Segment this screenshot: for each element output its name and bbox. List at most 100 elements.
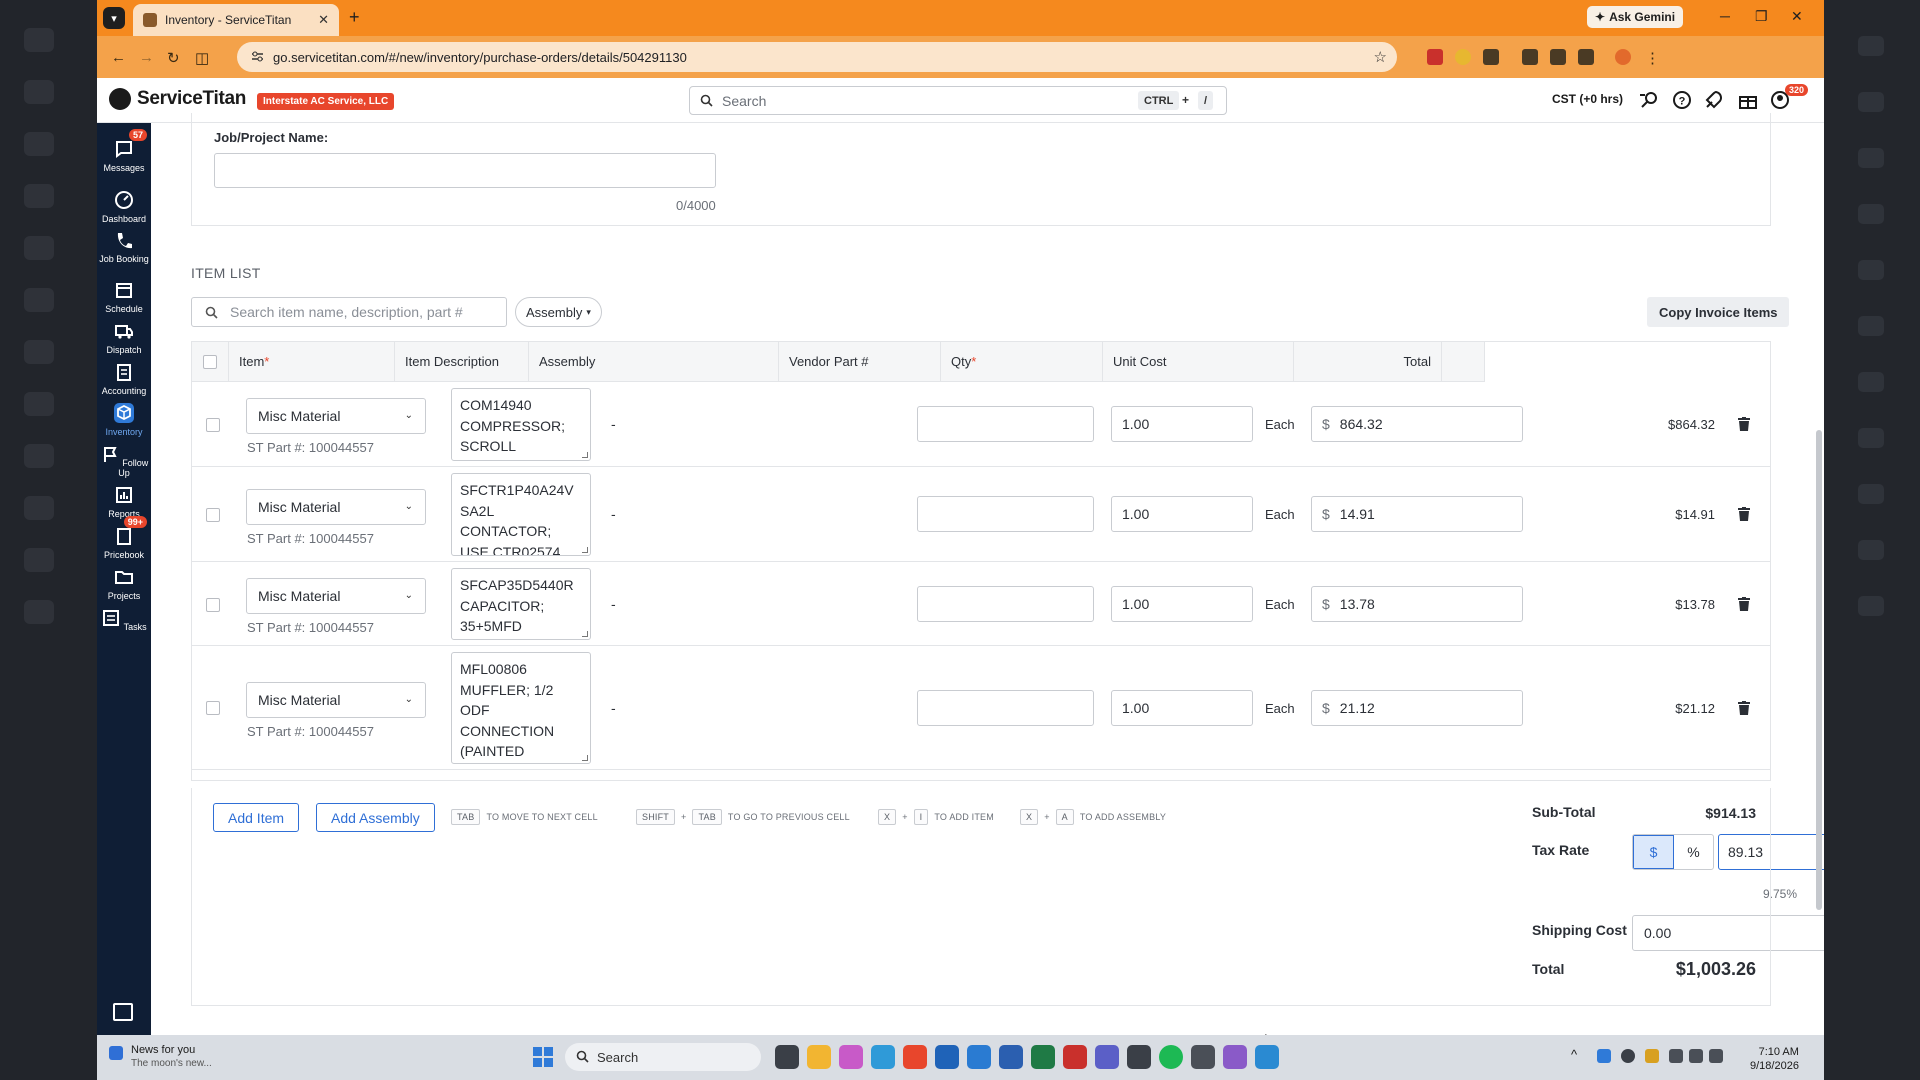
job-project-name-input[interactable] bbox=[214, 153, 716, 188]
item-description-textarea[interactable]: MFL00806 MUFFLER; 1/2 ODF CONNECTION (PA… bbox=[451, 652, 591, 764]
close-tab-icon[interactable]: ✕ bbox=[318, 12, 329, 28]
add-assembly-button[interactable]: Add Assembly bbox=[316, 803, 435, 832]
spotify-icon[interactable] bbox=[1159, 1045, 1183, 1069]
qty-input[interactable]: 1.00 bbox=[1111, 406, 1253, 442]
keyboard-icon[interactable] bbox=[1709, 1049, 1723, 1063]
excel-icon[interactable] bbox=[1031, 1045, 1055, 1069]
resize-handle-icon[interactable] bbox=[582, 547, 588, 553]
nav-accounting[interactable]: Accounting bbox=[97, 358, 151, 404]
item-select[interactable]: Misc Material ⌄ bbox=[246, 578, 426, 614]
app-icon[interactable] bbox=[1223, 1045, 1247, 1069]
resize-handle-icon[interactable] bbox=[582, 755, 588, 761]
rocket-icon[interactable] bbox=[1704, 90, 1724, 110]
unit-cost-input[interactable]: $14.91 bbox=[1311, 496, 1523, 532]
copy-invoice-items-button[interactable]: Copy Invoice Items bbox=[1647, 297, 1790, 327]
forward-icon[interactable]: → bbox=[139, 49, 154, 66]
nav-dashboard[interactable]: Dashboard bbox=[97, 186, 151, 232]
global-search-input[interactable]: Search CTRL + / bbox=[689, 86, 1227, 115]
page-scrollbar[interactable] bbox=[1816, 430, 1822, 910]
nav-dispatch[interactable]: Dispatch bbox=[97, 317, 151, 363]
tab-search-button[interactable]: ▾ bbox=[103, 7, 125, 29]
gift-icon[interactable] bbox=[1738, 90, 1758, 110]
app-icon[interactable] bbox=[1255, 1045, 1279, 1069]
column-header-assembly[interactable]: Assembly bbox=[529, 342, 779, 382]
resize-handle-icon[interactable] bbox=[582, 452, 588, 458]
new-tab-button[interactable]: + bbox=[349, 7, 360, 28]
vendor-part-input[interactable] bbox=[917, 586, 1094, 622]
puzzle-extensions-icon[interactable] bbox=[1483, 49, 1499, 65]
item-description-textarea[interactable]: SFCAP35D5440R CAPACITOR; 35+5MFD bbox=[451, 568, 591, 640]
download-icon[interactable] bbox=[1550, 49, 1566, 65]
task-view-icon[interactable] bbox=[775, 1045, 799, 1069]
nav-job-booking[interactable]: Job Booking bbox=[97, 227, 151, 273]
copilot-icon[interactable] bbox=[839, 1045, 863, 1069]
column-header-qty[interactable]: Qty * bbox=[941, 342, 1103, 382]
close-window-icon[interactable]: ✕ bbox=[1791, 8, 1803, 25]
chrome-icon[interactable] bbox=[903, 1045, 927, 1069]
tax-rate-input[interactable]: 89.13 bbox=[1718, 834, 1824, 870]
column-header-total[interactable]: Total bbox=[1294, 342, 1442, 382]
trash-icon[interactable] bbox=[1738, 417, 1750, 431]
help-icon[interactable]: ? bbox=[1672, 90, 1692, 110]
select-all-checkbox[interactable] bbox=[203, 354, 217, 369]
app-icon[interactable] bbox=[1191, 1045, 1215, 1069]
acrobat-icon[interactable] bbox=[1063, 1045, 1087, 1069]
resize-handle-icon[interactable] bbox=[582, 631, 588, 637]
item-select[interactable]: Misc Material ⌄ bbox=[246, 489, 426, 525]
nav-messages[interactable]: Messages 57 bbox=[97, 129, 151, 181]
tax-mode-percent-button[interactable]: % bbox=[1674, 835, 1713, 869]
trash-icon[interactable] bbox=[1738, 507, 1750, 521]
bookmark-star-icon[interactable]: ☆ bbox=[1374, 48, 1387, 66]
browser-tab[interactable]: Inventory - ServiceTitan ✕ bbox=[133, 4, 339, 36]
news-widget[interactable]: News for you The moon's new... bbox=[109, 1043, 212, 1071]
network-icon[interactable] bbox=[1669, 1049, 1683, 1063]
nav-inventory[interactable]: Inventory bbox=[97, 399, 151, 445]
nav-follow-up[interactable]: Follow Up bbox=[97, 440, 151, 486]
qty-input[interactable]: 1.00 bbox=[1111, 496, 1253, 532]
vpn-icon[interactable] bbox=[1522, 49, 1538, 65]
volume-icon[interactable] bbox=[1689, 1049, 1703, 1063]
unit-cost-input[interactable]: $864.32 bbox=[1311, 406, 1523, 442]
tray-app-icon[interactable] bbox=[1645, 1049, 1659, 1063]
extension-icon[interactable] bbox=[1455, 49, 1471, 65]
ask-gemini-button[interactable]: ✦ Ask Gemini bbox=[1587, 6, 1684, 28]
row-checkbox[interactable] bbox=[206, 508, 220, 522]
column-header-description[interactable]: Item Description bbox=[395, 342, 529, 382]
qty-input[interactable]: 1.00 bbox=[1111, 586, 1253, 622]
site-info-icon[interactable] bbox=[251, 50, 264, 63]
item-description-textarea[interactable]: SFCTR1P40A24V SA2L CONTACTOR; USE CTR025… bbox=[451, 473, 591, 556]
nav-tasks[interactable]: Tasks bbox=[97, 604, 151, 650]
pdf-extension-icon[interactable] bbox=[1427, 49, 1443, 65]
row-checkbox[interactable] bbox=[206, 701, 220, 715]
windows-start-icon[interactable] bbox=[531, 1045, 555, 1069]
row-checkbox[interactable] bbox=[206, 418, 220, 432]
chevron-up-icon[interactable]: ^ bbox=[1571, 1047, 1577, 1062]
item-select[interactable]: Misc Material ⌄ bbox=[246, 682, 426, 718]
vendor-part-input[interactable] bbox=[917, 690, 1094, 726]
browser-menu-icon[interactable]: ⋮ bbox=[1645, 49, 1660, 67]
back-icon[interactable]: ← bbox=[111, 49, 126, 66]
reload-icon[interactable]: ↻ bbox=[167, 49, 180, 67]
nav-pricebook[interactable]: Pricebook 99+ bbox=[97, 516, 151, 568]
nav-schedule[interactable]: Schedule bbox=[97, 276, 151, 322]
tax-mode-dollar-button[interactable]: $ bbox=[1633, 835, 1674, 869]
minimize-icon[interactable]: ─ bbox=[1720, 8, 1730, 24]
vendor-part-input[interactable] bbox=[917, 406, 1094, 442]
item-search-input[interactable]: Search item name, description, part # bbox=[191, 297, 507, 327]
nav-projects[interactable]: Projects bbox=[97, 563, 151, 609]
qty-input[interactable]: 1.00 bbox=[1111, 690, 1253, 726]
shipping-cost-input[interactable]: 0.00 bbox=[1632, 915, 1824, 951]
tray-app-icon[interactable] bbox=[1621, 1049, 1635, 1063]
mail-icon[interactable] bbox=[967, 1045, 991, 1069]
teams-icon[interactable] bbox=[1095, 1045, 1119, 1069]
column-header-unit-cost[interactable]: Unit Cost bbox=[1103, 342, 1294, 382]
timezone-indicator[interactable]: CST (+0 hrs) bbox=[1552, 92, 1623, 106]
outlook-icon[interactable] bbox=[935, 1045, 959, 1069]
split-view-icon[interactable]: ◫ bbox=[195, 49, 209, 67]
servicetitan-logo[interactable]: ServiceTitan bbox=[109, 88, 246, 110]
unit-cost-input[interactable]: $21.12 bbox=[1311, 690, 1523, 726]
taskbar-search[interactable]: Search bbox=[565, 1043, 761, 1071]
column-header-item[interactable]: Item * bbox=[229, 342, 395, 382]
file-explorer-icon[interactable] bbox=[807, 1045, 831, 1069]
trash-icon[interactable] bbox=[1738, 701, 1750, 715]
